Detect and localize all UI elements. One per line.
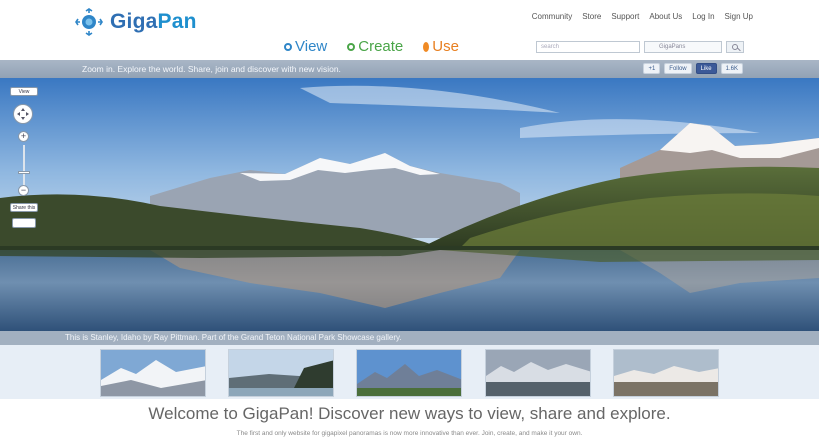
nav-store-link[interactable]: Store — [582, 12, 601, 21]
thumbnail-1[interactable] — [100, 349, 206, 397]
site-header: GigaPan Community Store Support About Us… — [0, 0, 819, 60]
viewer-share-button[interactable]: Share this — [10, 203, 38, 212]
twitter-follow-button[interactable]: Follow — [664, 63, 692, 74]
panorama-caption[interactable]: This is Stanley, Idaho by Ray Pittman. P… — [65, 333, 402, 342]
gigapan-logo[interactable]: GigaPan — [74, 8, 197, 36]
search-button[interactable] — [726, 40, 744, 53]
thumbnail-strip — [0, 345, 819, 399]
thumbnail-5[interactable] — [613, 349, 719, 397]
nav-signup-link[interactable]: Sign Up — [725, 12, 753, 21]
search-scope-select[interactable]: GigaPans — [644, 40, 722, 53]
view-icon — [284, 42, 292, 51]
nav-use-label: Use — [432, 38, 459, 55]
thumbnail-3[interactable] — [356, 349, 462, 397]
search-bar: search GigaPans — [536, 40, 752, 53]
logo-text: GigaPan — [110, 10, 197, 34]
nav-login-link[interactable]: Log In — [692, 12, 714, 21]
search-input[interactable]: search — [536, 40, 640, 53]
create-icon — [347, 42, 356, 51]
nav-view-label: View — [295, 38, 328, 55]
panorama-image — [0, 78, 819, 331]
nav-support-link[interactable]: Support — [611, 12, 639, 21]
zoom-slider-handle[interactable] — [18, 171, 30, 174]
nav-create-label: Create — [358, 38, 404, 55]
plus-one-button[interactable]: +1 — [643, 63, 661, 74]
viewer-options-button[interactable] — [12, 218, 36, 228]
logo-text-giga: Giga — [110, 10, 158, 33]
like-count-badge: 1.6K — [720, 63, 743, 74]
logo-icon — [74, 8, 104, 36]
welcome-heading: Welcome to GigaPan! Discover new ways to… — [148, 404, 671, 423]
nav-community-link[interactable]: Community — [532, 12, 572, 21]
tagline-text: Zoom in. Explore the world. Share, join … — [82, 64, 341, 74]
viewer-view-button[interactable]: View — [10, 87, 38, 96]
nav-use-tab[interactable]: Use — [423, 38, 459, 55]
top-navigation: Community Store Support About Us Log In … — [532, 12, 753, 21]
thumbnail-2[interactable] — [228, 349, 334, 397]
welcome-subtext: The first and only website for gigapixel… — [236, 430, 583, 437]
social-buttons: +1 Follow Like 1.6K — [643, 63, 743, 74]
logo-text-pan: Pan — [157, 10, 197, 33]
caption-band: This is Stanley, Idaho by Ray Pittman. P… — [0, 331, 819, 345]
use-icon — [423, 41, 430, 52]
nav-about-link[interactable]: About Us — [649, 12, 682, 21]
zoom-in-icon[interactable]: + — [18, 131, 29, 142]
nav-create-tab[interactable]: Create — [347, 38, 403, 55]
main-navigation: View Create Use — [284, 38, 459, 55]
tagline-band: Zoom in. Explore the world. Share, join … — [0, 60, 819, 78]
thumbnail-4[interactable] — [485, 349, 591, 397]
viewer-controls: View + − Share this — [10, 87, 38, 237]
facebook-like-button[interactable]: Like — [695, 63, 717, 74]
zoom-out-icon[interactable]: − — [18, 185, 29, 196]
panorama-viewer[interactable]: View + − Share this — [0, 78, 819, 331]
nav-view-tab[interactable]: View — [284, 38, 327, 55]
pan-control-icon[interactable] — [13, 104, 33, 124]
